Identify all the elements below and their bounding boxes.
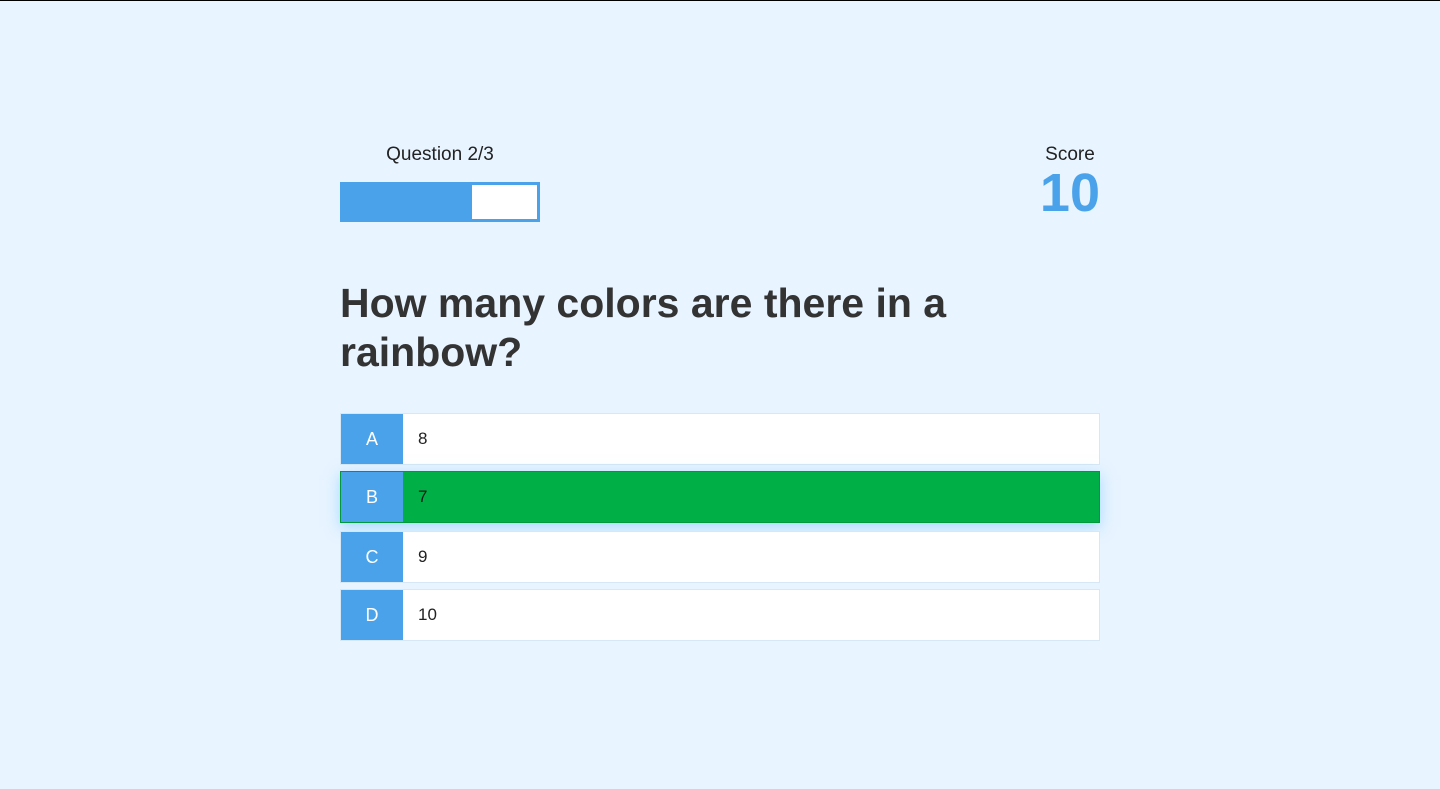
choice-option-c[interactable]: C 9 xyxy=(340,531,1100,583)
choice-text: 10 xyxy=(418,605,437,624)
choice-prefix: B xyxy=(341,472,403,522)
window-top-border xyxy=(0,0,1440,1)
choice-option-b[interactable]: B 7 xyxy=(340,471,1100,523)
choice-text: 9 xyxy=(418,547,428,566)
choice-prefix: D xyxy=(341,590,403,640)
quiz-container: Question 2/3 Score 10 How many colors ar… xyxy=(340,141,1100,647)
choice-text: 7 xyxy=(418,487,428,506)
score-block: Score 10 xyxy=(1039,141,1100,223)
choice-option-a[interactable]: A 8 xyxy=(340,413,1100,465)
progress-block: Question 2/3 xyxy=(340,141,540,222)
progress-text: Question 2/3 xyxy=(386,144,494,165)
quiz-hud: Question 2/3 Score 10 xyxy=(340,141,1100,241)
question-text: How many colors are there in a rainbow? xyxy=(340,280,947,375)
progress-bar-fill xyxy=(343,185,473,219)
choice-prefix: C xyxy=(341,532,403,582)
score-value: 10 xyxy=(1039,163,1100,223)
choice-option-d[interactable]: D 10 xyxy=(340,589,1100,641)
choice-text: 8 xyxy=(418,429,428,448)
progress-bar xyxy=(340,182,540,222)
choice-prefix: A xyxy=(341,414,403,464)
choice-list: A 8 B 7 C 9 D 10 xyxy=(340,413,1100,641)
